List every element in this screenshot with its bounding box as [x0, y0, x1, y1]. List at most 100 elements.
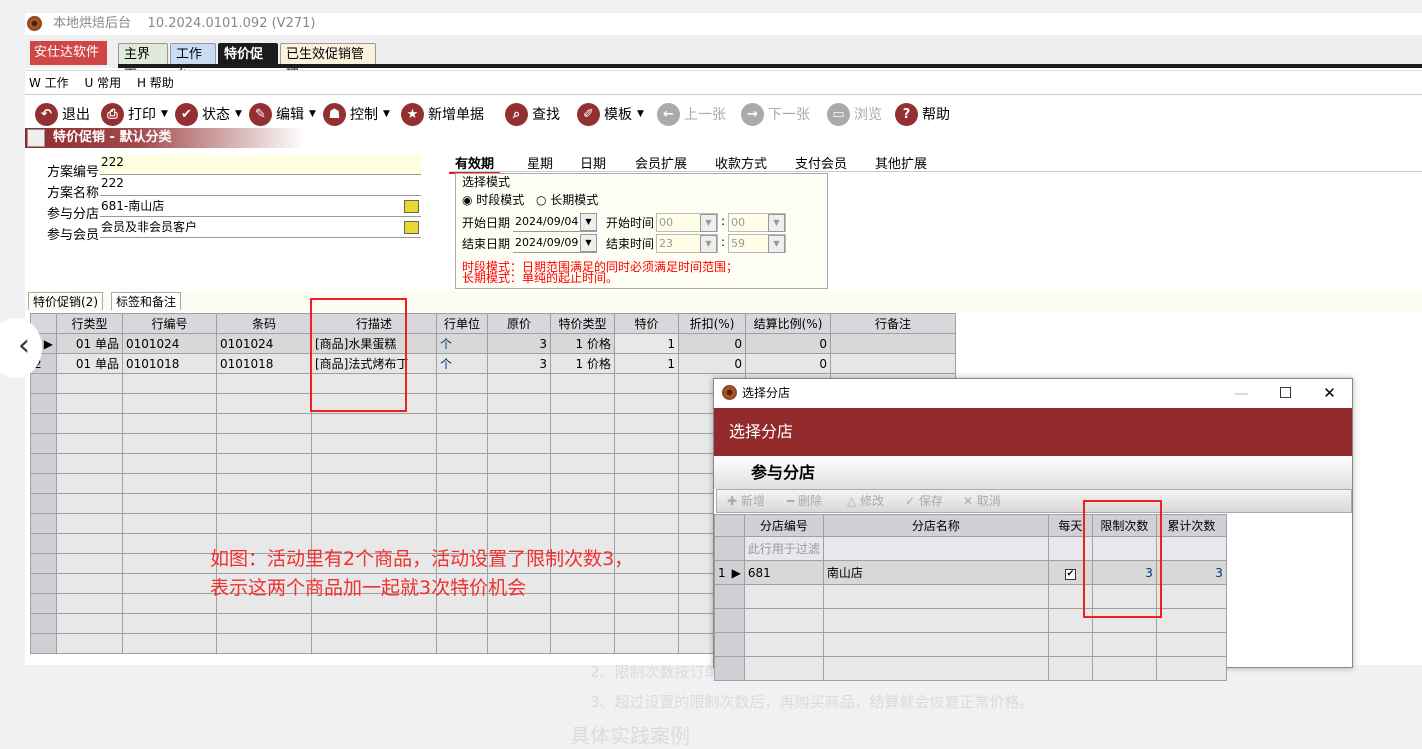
- empty-cell: [436, 633, 488, 654]
- menu-common[interactable]: U 常用: [85, 76, 122, 90]
- toolbar-button[interactable]: ★ 新增单据: [401, 101, 484, 127]
- column-header[interactable]: 条码: [216, 313, 312, 334]
- table-row[interactable]: ▶ 01 单品 0101024 0101024 [商品]水果蛋糕个 3 1 价格 1 0 0: [30, 333, 956, 354]
- module-tab[interactable]: 特价促销: [218, 43, 278, 83]
- toolbar-icon: ✎: [249, 102, 272, 126]
- menu-help[interactable]: H 帮助: [137, 76, 174, 90]
- column-header[interactable]: 行单位: [436, 313, 488, 334]
- toolbar-button[interactable]: → 下一张: [741, 101, 810, 127]
- toolbar-button[interactable]: ✎ 编辑 ▼: [249, 101, 316, 127]
- filter-input[interactable]: 此行用于过滤: [743, 536, 824, 561]
- start-hour-select[interactable]: 00 ▼: [656, 213, 718, 232]
- dropdown-arrow-icon: ▼: [768, 235, 785, 253]
- toolbar-icon: ↶: [35, 102, 58, 126]
- column-header[interactable]: 特价: [614, 313, 679, 334]
- detail-tab[interactable]: 日期: [580, 153, 606, 172]
- toolbar-button[interactable]: ✐ 模板 ▼: [577, 101, 644, 127]
- table-cell: 1 价格: [550, 333, 615, 354]
- end-date-picker[interactable]: 2024/09/09 ▼: [513, 234, 597, 253]
- detail-tab[interactable]: 会员扩展: [635, 153, 687, 172]
- column-header[interactable]: 原价: [487, 313, 551, 334]
- dialog-tool-button[interactable]: ✕ 取消: [963, 490, 1001, 512]
- detail-tab[interactable]: 支付会员: [795, 153, 847, 172]
- module-tab[interactable]: 已生效促销管理: [280, 43, 376, 83]
- column-header[interactable]: 行编号: [122, 313, 217, 334]
- caret-down-icon[interactable]: ▼: [161, 109, 168, 119]
- document-icon: [27, 129, 45, 147]
- field-input[interactable]: 会员及非会员客户: [100, 218, 421, 238]
- brand-label: 安仕达软件: [34, 45, 100, 60]
- column-header[interactable]: 结算比例(%): [745, 313, 831, 334]
- toolbar-label: 帮助: [922, 107, 950, 123]
- field-input[interactable]: 222: [100, 155, 421, 175]
- toolbar-button[interactable]: ▭ 浏览: [827, 101, 882, 127]
- detail-tab[interactable]: 星期: [527, 153, 553, 172]
- end-hour-select[interactable]: 23 ▼: [656, 234, 718, 253]
- filter-cell[interactable]: [822, 536, 1049, 561]
- dropdown-arrow-icon[interactable]: ▼: [580, 234, 597, 252]
- column-header[interactable]: 累计次数: [1155, 514, 1227, 537]
- empty-cell: [714, 608, 745, 633]
- filter-cell[interactable]: [1155, 536, 1227, 561]
- column-header[interactable]: 行备注: [830, 313, 956, 334]
- column-header[interactable]: 分店名称: [822, 514, 1049, 537]
- field-input[interactable]: 222: [100, 176, 421, 196]
- filter-cell[interactable]: [714, 536, 745, 561]
- empty-cell: [56, 413, 123, 434]
- dialog-tool-button[interactable]: ✚ 新增: [727, 490, 765, 512]
- detail-tab[interactable]: 有效期: [449, 153, 501, 174]
- detail-tab[interactable]: 其他扩展: [875, 153, 927, 172]
- column-header[interactable]: 分店编号: [743, 514, 824, 537]
- caret-down-icon[interactable]: ▼: [309, 109, 316, 119]
- caret-down-icon[interactable]: ▼: [235, 109, 242, 119]
- tab-promotion-lines[interactable]: 特价促销(2): [28, 292, 103, 310]
- dialog-tool-button[interactable]: ━ 删除: [787, 490, 822, 512]
- field-input[interactable]: 681-南山店: [100, 197, 421, 217]
- checkbox-checked-icon[interactable]: ✔: [1064, 569, 1076, 580]
- dialog-tool-button[interactable]: △ 修改: [847, 490, 884, 512]
- minimize-button[interactable]: —: [1219, 379, 1264, 407]
- field-value: 会员及非会员客户: [101, 220, 198, 234]
- toolbar-button[interactable]: ↶ 退出: [35, 101, 90, 127]
- maximize-button[interactable]: ☐: [1263, 379, 1308, 407]
- end-minute-select[interactable]: 59 ▼: [728, 234, 786, 253]
- dropdown-arrow-icon[interactable]: ▼: [580, 213, 597, 231]
- toolbar-icon: ⎙: [101, 102, 124, 126]
- folder-browse-icon[interactable]: [404, 221, 419, 234]
- dialog-tool-button[interactable]: ✓ 保存: [905, 490, 943, 512]
- toolbar-button[interactable]: ← 上一张: [657, 101, 726, 127]
- module-tab[interactable]: 工作台: [170, 43, 216, 83]
- section-title: 特价促销 - 默认分类: [53, 130, 172, 145]
- empty-cell: [550, 413, 615, 434]
- toolbar-button[interactable]: ? 帮助: [895, 101, 950, 127]
- column-header[interactable]: 折扣(%): [678, 313, 746, 334]
- toolbar-button[interactable]: ⌕ 查找: [505, 101, 560, 127]
- column-header[interactable]: 行类型: [56, 313, 123, 334]
- close-button[interactable]: ✕: [1307, 379, 1352, 407]
- brand-menu-button[interactable]: 安仕达软件 ▼: [30, 41, 107, 82]
- tab-labels-notes[interactable]: 标签和备注: [111, 292, 182, 310]
- column-header[interactable]: [714, 514, 745, 537]
- empty-cell: [714, 584, 745, 609]
- toolbar-label: 控制: [350, 107, 378, 123]
- toolbar-button[interactable]: ☗ 控制 ▼: [323, 101, 390, 127]
- toolbar-button[interactable]: ✔ 状态 ▼: [175, 101, 242, 127]
- column-header[interactable]: 特价类型: [550, 313, 615, 334]
- toolbar-button[interactable]: ⎙ 打印 ▼: [101, 101, 168, 127]
- detail-tab[interactable]: 收款方式: [715, 153, 767, 172]
- start-date-picker[interactable]: 2024/09/04 ▼: [513, 213, 597, 232]
- start-date-label: 开始日期: [462, 216, 511, 230]
- table-row[interactable]: 201 单品01010180101018[商品]法式烤布丁个31 价格100: [30, 353, 956, 374]
- radio-long-term-mode[interactable]: ○ 长期模式: [536, 191, 598, 208]
- menu-work[interactable]: W 工作: [29, 76, 69, 90]
- caret-down-icon[interactable]: ▼: [383, 109, 390, 119]
- start-minute-select[interactable]: 00 ▼: [728, 213, 786, 232]
- module-tab[interactable]: 主界面: [118, 43, 168, 83]
- empty-cell: [30, 633, 57, 654]
- select-store-dialog: 选择分店 — ☐ ✕ 选择分店 参与分店 ✚ 新增 ━ 删除 △ 修改 ✓ 保存 ✕ 取…: [713, 378, 1353, 681]
- empty-cell: [311, 493, 437, 514]
- caret-down-icon[interactable]: ▼: [637, 109, 644, 119]
- folder-browse-icon[interactable]: [404, 200, 419, 213]
- empty-cell: [550, 493, 615, 514]
- radio-period-mode[interactable]: ◉ 时段模式: [462, 191, 524, 208]
